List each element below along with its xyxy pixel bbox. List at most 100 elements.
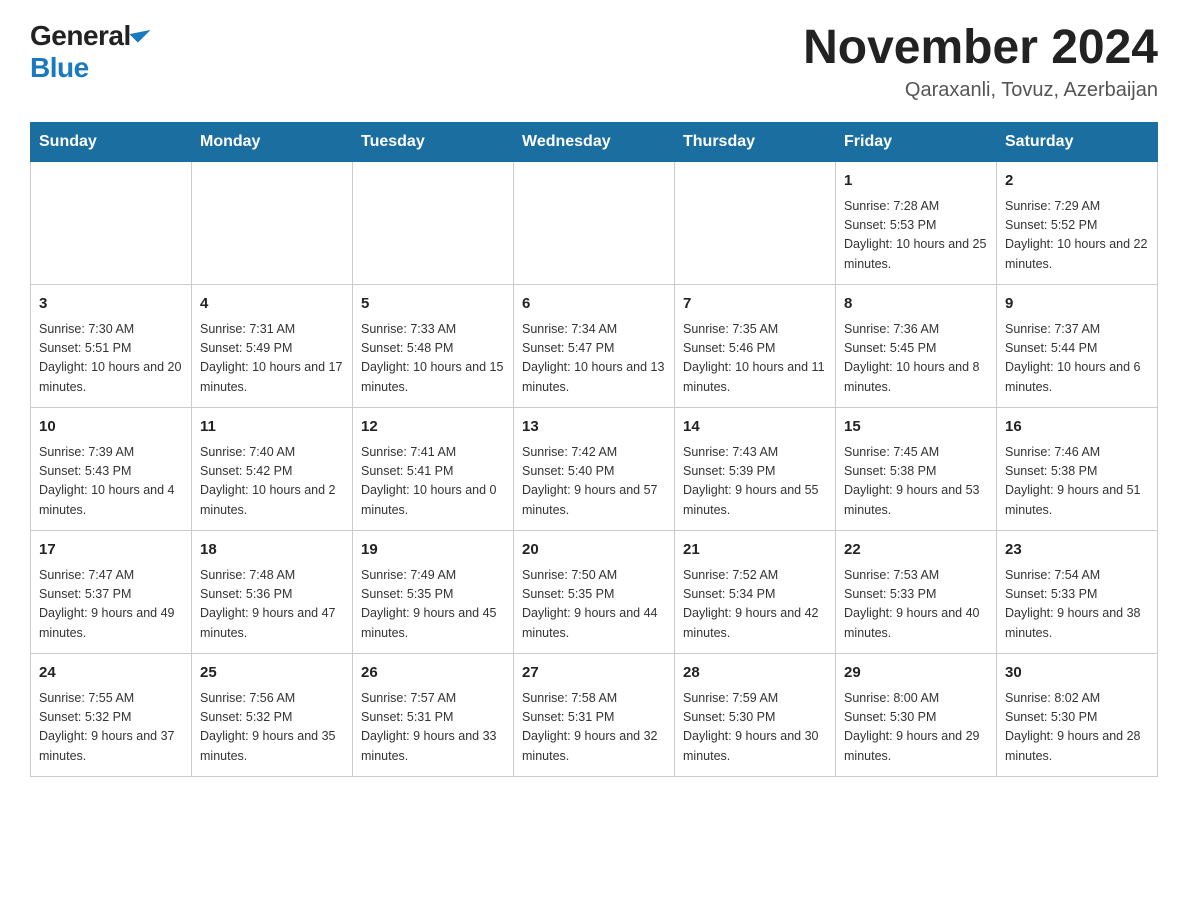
day-number: 7 — [683, 293, 827, 316]
day-info: Sunrise: 7:34 AMSunset: 5:47 PMDaylight:… — [522, 320, 666, 398]
day-info: Sunrise: 7:45 AMSunset: 5:38 PMDaylight:… — [844, 443, 988, 521]
calendar-cell: 21 Sunrise: 7:52 AMSunset: 5:34 PMDayligh… — [675, 531, 836, 654]
day-info: Sunrise: 7:53 AMSunset: 5:33 PMDaylight:… — [844, 566, 988, 644]
day-number: 5 — [361, 293, 505, 316]
day-info: Sunrise: 7:33 AMSunset: 5:48 PMDaylight:… — [361, 320, 505, 398]
day-number: 8 — [844, 293, 988, 316]
day-info: Sunrise: 8:00 AMSunset: 5:30 PMDaylight:… — [844, 689, 988, 767]
calendar-cell: 8 Sunrise: 7:36 AMSunset: 5:45 PMDaylight… — [836, 285, 997, 408]
day-info: Sunrise: 7:46 AMSunset: 5:38 PMDaylight:… — [1005, 443, 1149, 521]
day-info: Sunrise: 7:49 AMSunset: 5:35 PMDaylight:… — [361, 566, 505, 644]
calendar-cell: 25 Sunrise: 7:56 AMSunset: 5:32 PMDayligh… — [192, 654, 353, 777]
location-text: Qaraxanli, Tovuz, Azerbaijan — [803, 79, 1158, 102]
day-info: Sunrise: 7:47 AMSunset: 5:37 PMDaylight:… — [39, 566, 183, 644]
title-area: November 2024 Qaraxanli, Tovuz, Azerbaij… — [803, 20, 1158, 102]
day-header-saturday: Saturday — [997, 123, 1158, 162]
calendar-cell: 20Sunrise: 7:50 AMSunset: 5:35 PMDayligh… — [514, 531, 675, 654]
calendar-cell: 10Sunrise: 7:39 AMSunset: 5:43 PMDayligh… — [31, 408, 192, 531]
day-number: 12 — [361, 416, 505, 439]
day-header-thursday: Thursday — [675, 123, 836, 162]
day-number: 29 — [844, 662, 988, 685]
day-number: 14 — [683, 416, 827, 439]
day-number: 3 — [39, 293, 183, 316]
logo-blue-text: Blue — [30, 52, 89, 84]
week-row-4: 17Sunrise: 7:47 AMSunset: 5:37 PMDayligh… — [31, 531, 1158, 654]
day-header-tuesday: Tuesday — [353, 123, 514, 162]
day-header-monday: Monday — [192, 123, 353, 162]
day-number: 21 — [683, 539, 827, 562]
day-info: Sunrise: 7:30 AMSunset: 5:51 PMDaylight:… — [39, 320, 183, 398]
page-header: General Blue November 2024 Qaraxanli, To… — [30, 20, 1158, 102]
month-title: November 2024 — [803, 20, 1158, 75]
day-info: Sunrise: 7:55 AMSunset: 5:32 PMDaylight:… — [39, 689, 183, 767]
day-info: Sunrise: 7:48 AMSunset: 5:36 PMDaylight:… — [200, 566, 344, 644]
calendar-cell: 24Sunrise: 7:55 AMSunset: 5:32 PMDayligh… — [31, 654, 192, 777]
day-info: Sunrise: 7:29 AMSunset: 5:52 PMDaylight:… — [1005, 197, 1149, 275]
calendar-cell: 4Sunrise: 7:31 AMSunset: 5:49 PMDaylight… — [192, 285, 353, 408]
calendar-cell: 11Sunrise: 7:40 AMSunset: 5:42 PMDayligh… — [192, 408, 353, 531]
calendar-cell: 28Sunrise: 7:59 AMSunset: 5:30 PMDayligh… — [675, 654, 836, 777]
calendar-cell: 13Sunrise: 7:42 AMSunset: 5:40 PMDayligh… — [514, 408, 675, 531]
day-info: Sunrise: 7:52 AMSunset: 5:34 PMDaylight:… — [683, 566, 827, 644]
day-info: Sunrise: 7:42 AMSunset: 5:40 PMDaylight:… — [522, 443, 666, 521]
calendar-cell: 1 Sunrise: 7:28 AMSunset: 5:53 PMDaylight… — [836, 162, 997, 285]
day-info: Sunrise: 7:56 AMSunset: 5:32 PMDaylight:… — [200, 689, 344, 767]
calendar-cell: 9Sunrise: 7:37 AMSunset: 5:44 PMDaylight… — [997, 285, 1158, 408]
logo-general-text: General — [30, 20, 131, 52]
calendar-cell: 19 Sunrise: 7:49 AMSunset: 5:35 PMDayligh… — [353, 531, 514, 654]
day-number: 18 — [200, 539, 344, 562]
calendar-cell — [192, 162, 353, 285]
calendar-cell: 29 Sunrise: 8:00 AMSunset: 5:30 PMDayligh… — [836, 654, 997, 777]
week-row-1: 1 Sunrise: 7:28 AMSunset: 5:53 PMDaylight… — [31, 162, 1158, 285]
day-number: 23 — [1005, 539, 1149, 562]
calendar-cell — [514, 162, 675, 285]
day-info: Sunrise: 7:54 AMSunset: 5:33 PMDaylight:… — [1005, 566, 1149, 644]
logo-arrow-icon — [129, 21, 150, 42]
calendar-header-row: SundayMondayTuesdayWednesdayThursdayFrid… — [31, 123, 1158, 162]
calendar-cell — [675, 162, 836, 285]
day-info: Sunrise: 7:40 AMSunset: 5:42 PMDaylight:… — [200, 443, 344, 521]
day-info: Sunrise: 7:58 AMSunset: 5:31 PMDaylight:… — [522, 689, 666, 767]
calendar-cell: 12 Sunrise: 7:41 AMSunset: 5:41 PMDayligh… — [353, 408, 514, 531]
day-number: 28 — [683, 662, 827, 685]
week-row-3: 10Sunrise: 7:39 AMSunset: 5:43 PMDayligh… — [31, 408, 1158, 531]
day-number: 30 — [1005, 662, 1149, 685]
day-number: 4 — [200, 293, 344, 316]
day-header-wednesday: Wednesday — [514, 123, 675, 162]
calendar-cell: 27 Sunrise: 7:58 AMSunset: 5:31 PMDayligh… — [514, 654, 675, 777]
day-number: 26 — [361, 662, 505, 685]
day-number: 19 — [361, 539, 505, 562]
calendar-cell — [353, 162, 514, 285]
calendar-cell: 15Sunrise: 7:45 AMSunset: 5:38 PMDayligh… — [836, 408, 997, 531]
day-number: 16 — [1005, 416, 1149, 439]
day-number: 22 — [844, 539, 988, 562]
day-number: 27 — [522, 662, 666, 685]
day-info: Sunrise: 7:43 AMSunset: 5:39 PMDaylight:… — [683, 443, 827, 521]
calendar-cell: 6 Sunrise: 7:34 AMSunset: 5:47 PMDaylight… — [514, 285, 675, 408]
calendar-cell: 16 Sunrise: 7:46 AMSunset: 5:38 PMDayligh… — [997, 408, 1158, 531]
calendar-cell: 14 Sunrise: 7:43 AMSunset: 5:39 PMDayligh… — [675, 408, 836, 531]
calendar-cell: 3 Sunrise: 7:30 AMSunset: 5:51 PMDaylight… — [31, 285, 192, 408]
day-number: 10 — [39, 416, 183, 439]
day-number: 20 — [522, 539, 666, 562]
week-row-5: 24Sunrise: 7:55 AMSunset: 5:32 PMDayligh… — [31, 654, 1158, 777]
day-info: Sunrise: 8:02 AMSunset: 5:30 PMDaylight:… — [1005, 689, 1149, 767]
calendar-cell: 7 Sunrise: 7:35 AMSunset: 5:46 PMDaylight… — [675, 285, 836, 408]
day-number: 9 — [1005, 293, 1149, 316]
calendar-cell: 5 Sunrise: 7:33 AMSunset: 5:48 PMDaylight… — [353, 285, 514, 408]
day-number: 25 — [200, 662, 344, 685]
day-info: Sunrise: 7:28 AMSunset: 5:53 PMDaylight:… — [844, 197, 988, 275]
day-info: Sunrise: 7:36 AMSunset: 5:45 PMDaylight:… — [844, 320, 988, 398]
day-number: 6 — [522, 293, 666, 316]
week-row-2: 3 Sunrise: 7:30 AMSunset: 5:51 PMDaylight… — [31, 285, 1158, 408]
calendar-cell: 17Sunrise: 7:47 AMSunset: 5:37 PMDayligh… — [31, 531, 192, 654]
calendar-cell: 23 Sunrise: 7:54 AMSunset: 5:33 PMDayligh… — [997, 531, 1158, 654]
day-info: Sunrise: 7:35 AMSunset: 5:46 PMDaylight:… — [683, 320, 827, 398]
day-number: 1 — [844, 170, 988, 193]
day-header-friday: Friday — [836, 123, 997, 162]
logo: General Blue — [30, 20, 146, 84]
calendar-cell: 22 Sunrise: 7:53 AMSunset: 5:33 PMDayligh… — [836, 531, 997, 654]
day-info: Sunrise: 7:41 AMSunset: 5:41 PMDaylight:… — [361, 443, 505, 521]
day-number: 2 — [1005, 170, 1149, 193]
calendar-cell: 2 Sunrise: 7:29 AMSunset: 5:52 PMDaylight… — [997, 162, 1158, 285]
